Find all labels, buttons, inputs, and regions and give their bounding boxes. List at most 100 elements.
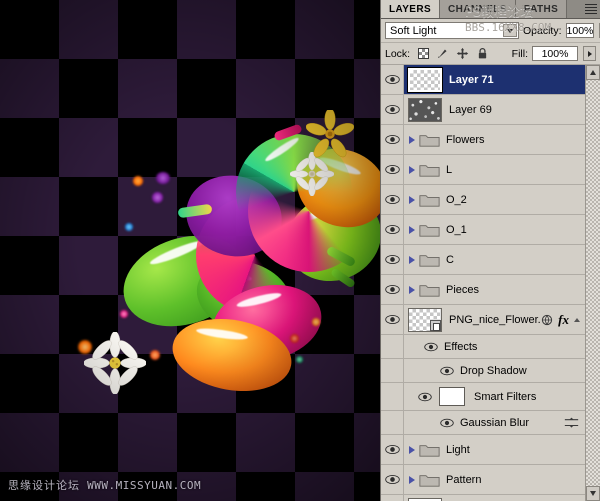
lock-position-icon[interactable] <box>456 47 469 60</box>
eye-icon <box>384 444 400 455</box>
mask-link-icon[interactable] <box>541 314 553 326</box>
lock-row: Lock: Fill: 100% <box>381 43 600 65</box>
opacity-input[interactable]: 100% <box>565 23 595 38</box>
folder-icon <box>419 134 440 147</box>
eye-icon[interactable] <box>424 342 438 352</box>
blend-mode-row: Soft Light Opacity: 100% <box>381 19 600 43</box>
visibility-toggle[interactable] <box>381 125 404 154</box>
table-row[interactable]: PNG_nice_Flower... fx <box>381 305 585 335</box>
lock-label: Lock: <box>385 47 411 60</box>
visibility-toggle[interactable] <box>381 65 404 94</box>
panel-menu-icon[interactable] <box>584 2 598 16</box>
eye-icon <box>384 224 400 235</box>
panel-tab-bar: LAYERS CHANNELS PATHS <box>381 0 600 19</box>
table-row[interactable]: Layer 71 <box>381 65 585 95</box>
layer-name: L <box>446 163 453 176</box>
layer-thumbnail[interactable] <box>408 307 442 332</box>
visibility-toggle[interactable] <box>381 95 404 124</box>
table-row[interactable]: O_1 <box>381 215 585 245</box>
eye-icon[interactable] <box>418 392 432 402</box>
visibility-toggle[interactable] <box>381 275 404 304</box>
table-row[interactable]: C <box>381 245 585 275</box>
group-disclosure-triangle-icon[interactable] <box>404 285 419 294</box>
group-disclosure-triangle-icon[interactable] <box>404 475 419 484</box>
lock-image-pixels-icon[interactable] <box>436 47 449 60</box>
lock-all-icon[interactable] <box>476 47 489 60</box>
table-row[interactable]: O_2 <box>381 185 585 215</box>
smart-filters-row[interactable]: Smart Filters <box>381 383 585 411</box>
visibility-toggle[interactable] <box>381 465 404 494</box>
row-gutter <box>381 359 404 382</box>
layer-name: O_1 <box>446 223 467 236</box>
layer-list-scrollbar[interactable] <box>585 65 600 501</box>
document-canvas[interactable]: 思缘设计论坛 WWW.MISSYUAN.COM <box>0 0 380 501</box>
table-row[interactable]: Layer 1 fx <box>381 495 585 501</box>
tab-paths[interactable]: PATHS <box>515 0 568 18</box>
effects-label: Effects <box>444 340 478 353</box>
row-gutter <box>381 411 404 434</box>
visibility-toggle[interactable] <box>381 215 404 244</box>
group-disclosure-triangle-icon[interactable] <box>404 195 419 204</box>
scrollbar-up-button[interactable] <box>586 65 600 80</box>
layer-list[interactable]: Layer 71 Layer 69 Flowers L O_2 O_1 C Pi… <box>381 65 585 501</box>
layer-thumbnail[interactable] <box>408 497 442 501</box>
fx-icon[interactable]: fx <box>558 312 569 328</box>
blend-mode-value: Soft Light <box>390 24 437 37</box>
tab-layers[interactable]: LAYERS <box>381 0 441 18</box>
fill-chevron-right-icon[interactable] <box>583 46 596 61</box>
group-disclosure-triangle-icon[interactable] <box>404 255 419 264</box>
layer-list-wrapper: Layer 71 Layer 69 Flowers L O_2 O_1 C Pi… <box>381 65 600 501</box>
lock-transparent-pixels-icon[interactable] <box>418 48 430 59</box>
visibility-toggle[interactable] <box>381 305 404 334</box>
table-row[interactable]: Layer 69 <box>381 95 585 125</box>
layer-name: Pieces <box>446 283 480 296</box>
group-disclosure-triangle-icon[interactable] <box>404 225 419 234</box>
visibility-toggle[interactable] <box>381 155 404 184</box>
effects-header-row[interactable]: Effects <box>381 335 585 359</box>
layer-thumbnail[interactable] <box>407 66 443 93</box>
table-row[interactable]: L <box>381 155 585 185</box>
table-row[interactable]: Pattern <box>381 465 585 495</box>
effect-row[interactable]: Drop Shadow <box>381 359 585 383</box>
opacity-label: Opacity: <box>523 24 562 37</box>
fill-label: Fill: <box>511 47 528 60</box>
filter-name: Gaussian Blur <box>460 416 530 429</box>
visibility-toggle[interactable] <box>381 495 404 501</box>
group-disclosure-triangle-icon[interactable] <box>404 445 419 454</box>
group-disclosure-triangle-icon[interactable] <box>404 135 419 144</box>
fill-input[interactable]: 100% <box>532 46 578 61</box>
group-disclosure-triangle-icon[interactable] <box>404 165 419 174</box>
layers-panel: LAYERS CHANNELS PATHS Soft Light Opacity… <box>380 0 600 501</box>
scrollbar-track-upper[interactable] <box>586 80 600 486</box>
eye-icon <box>384 164 400 175</box>
table-row[interactable]: Light <box>381 435 585 465</box>
smart-object-badge-icon <box>430 319 441 331</box>
eye-icon[interactable] <box>440 366 454 376</box>
folder-icon <box>419 444 440 457</box>
eye-icon <box>384 194 400 205</box>
table-row[interactable]: Flowers <box>381 125 585 155</box>
filter-row[interactable]: Gaussian Blur <box>381 411 585 435</box>
visibility-toggle[interactable] <box>381 245 404 274</box>
eye-icon <box>384 314 400 325</box>
smart-filter-mask-thumbnail[interactable] <box>439 387 465 406</box>
blend-mode-chevron-down-icon[interactable] <box>503 24 517 37</box>
filter-settings-icon[interactable] <box>564 417 579 429</box>
visibility-toggle[interactable] <box>381 185 404 214</box>
visibility-toggle[interactable] <box>381 435 404 464</box>
smart-filters-label: Smart Filters <box>474 390 537 403</box>
eye-icon[interactable] <box>440 418 454 428</box>
table-row[interactable]: Pieces <box>381 275 585 305</box>
tab-channels[interactable]: CHANNELS <box>440 0 516 18</box>
layer-thumbnail[interactable] <box>408 97 442 122</box>
effect-name: Drop Shadow <box>460 364 527 377</box>
eye-icon <box>384 284 400 295</box>
scroll-up-icon[interactable] <box>574 317 580 322</box>
blend-mode-select[interactable]: Soft Light <box>385 22 519 39</box>
folder-icon <box>419 224 440 237</box>
lock-icon-group <box>418 47 489 60</box>
eye-icon <box>384 474 400 485</box>
canvas-watermark-url: WWW.MISSYUAN.COM <box>87 479 202 492</box>
layer-name: Pattern <box>446 473 482 486</box>
scrollbar-down-button[interactable] <box>586 486 600 501</box>
